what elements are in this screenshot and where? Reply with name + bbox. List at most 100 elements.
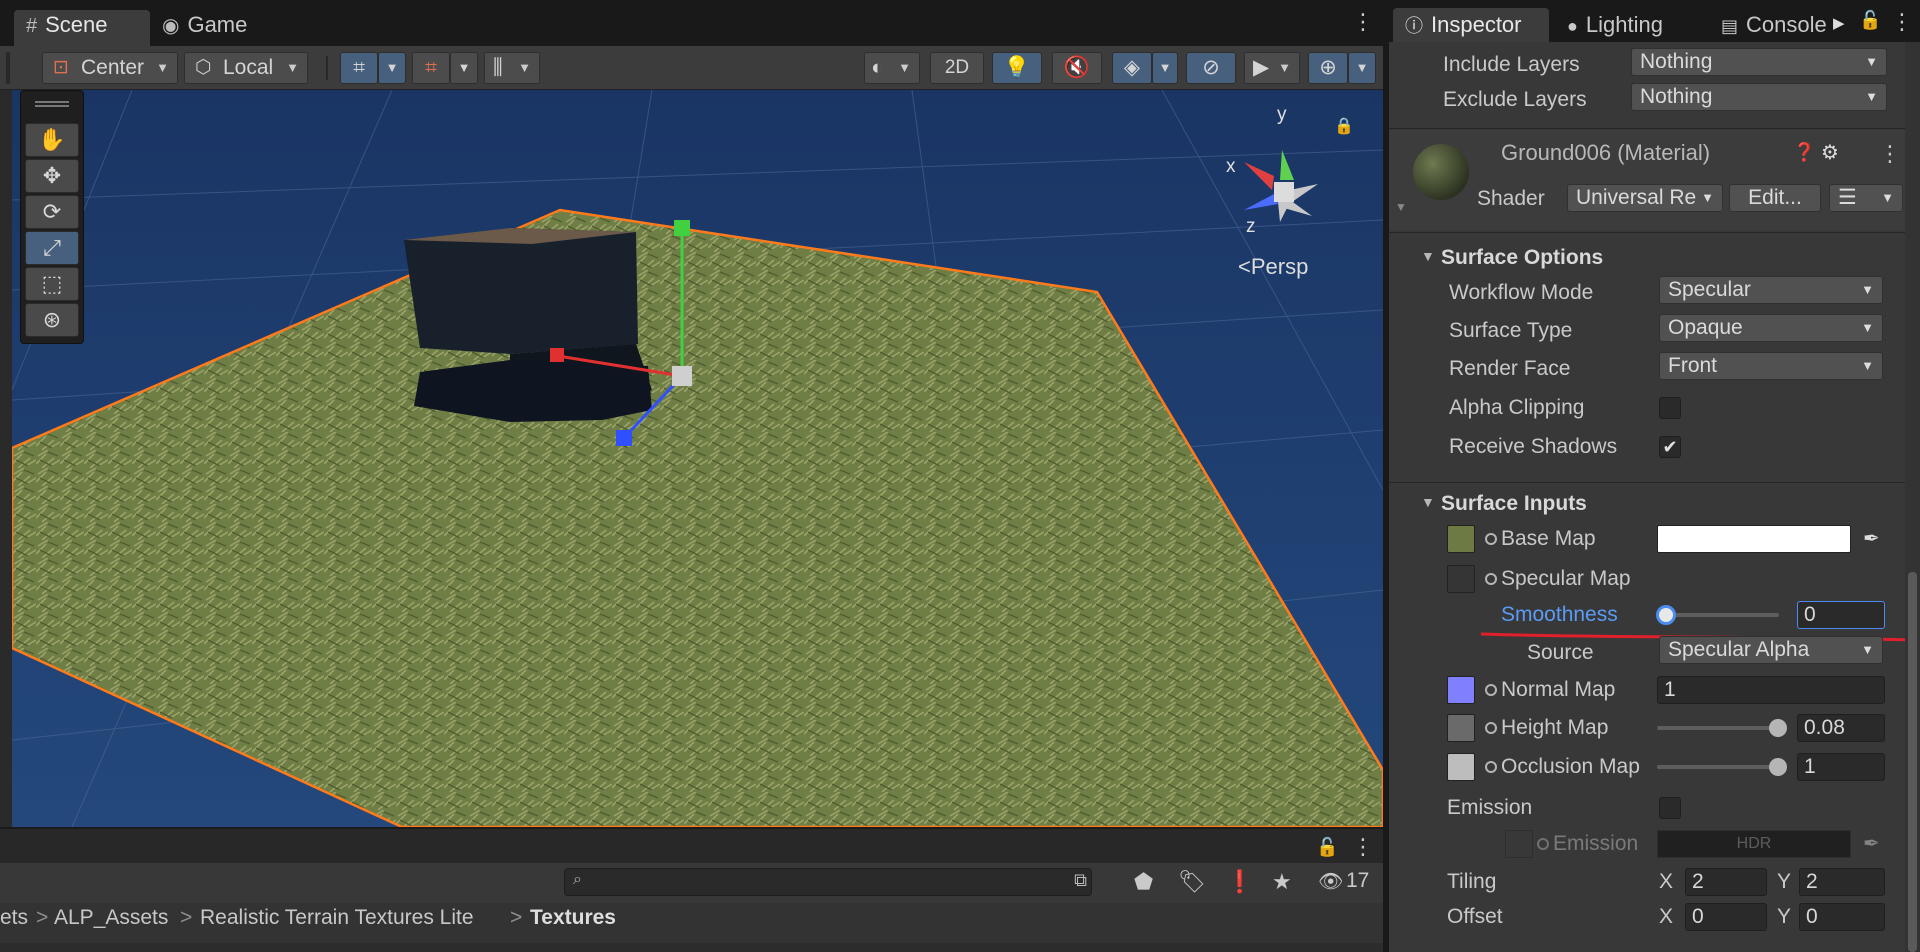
grid-snap-toggle[interactable]: ⌗: [340, 52, 378, 84]
height-slider-knob[interactable]: [1769, 719, 1787, 737]
rect-tool[interactable]: ⬚: [25, 267, 79, 301]
object-picker-icon[interactable]: [1485, 761, 1497, 773]
scene-lighting-toggle[interactable]: 💡: [992, 52, 1042, 84]
object-picker-icon[interactable]: [1485, 722, 1497, 734]
tiling-x-field[interactable]: 2: [1685, 868, 1767, 896]
tiling-y-field[interactable]: 2: [1799, 868, 1885, 896]
increment-snap-toggle[interactable]: ⌗: [412, 52, 450, 84]
tool-strip-grip[interactable]: [35, 101, 69, 107]
transform-tool[interactable]: ⊛: [25, 303, 79, 337]
occlusion-slider-knob[interactable]: [1769, 758, 1787, 776]
tab-scroll-right-icon[interactable]: ▶: [1833, 14, 1845, 32]
2d-mode-toggle[interactable]: 2D: [930, 52, 984, 84]
warning-filter-icon[interactable]: ❗: [1226, 869, 1253, 895]
smoothness-slider-track[interactable]: [1659, 613, 1779, 617]
receive-shadows-checkbox[interactable]: ✔: [1659, 436, 1681, 458]
height-map-texture-slot[interactable]: [1447, 714, 1475, 742]
scene-effects-dropdown[interactable]: ▼: [1152, 52, 1178, 84]
gizmo-z-handle[interactable]: [616, 430, 632, 446]
exclude-layers-dropdown[interactable]: Nothing ▼: [1631, 83, 1887, 111]
project-lock-icon[interactable]: 🔓: [1316, 837, 1338, 858]
increment-snap-dropdown[interactable]: ▼: [450, 52, 478, 84]
move-tool[interactable]: ✥: [25, 159, 79, 193]
occlusion-slider-track[interactable]: [1657, 765, 1777, 769]
inspector-scrollbar-thumb[interactable]: [1908, 572, 1917, 952]
cube-object[interactable]: [404, 228, 638, 354]
normal-map-texture-slot[interactable]: [1447, 676, 1475, 704]
material-foldout-icon[interactable]: ▼: [1395, 200, 1407, 214]
viewport-lock-icon[interactable]: 🔒: [1334, 116, 1354, 136]
breadcrumb-item[interactable]: Realistic Terrain Textures Lite: [200, 903, 474, 933]
surface-inputs-header[interactable]: ▼ Surface Inputs: [1389, 486, 1920, 522]
base-map-color-swatch[interactable]: [1657, 525, 1851, 553]
inspector-scrollbar[interactable]: [1905, 42, 1920, 952]
help-icon[interactable]: ❓: [1793, 142, 1815, 163]
offset-x-field[interactable]: 0: [1685, 903, 1767, 931]
include-layers-dropdown[interactable]: Nothing ▼: [1631, 48, 1887, 76]
occlusion-value-field[interactable]: 1: [1797, 753, 1885, 781]
grid-snap-dropdown[interactable]: ▼: [378, 52, 406, 84]
rotate-tool[interactable]: ⟳: [25, 195, 79, 229]
tab-game[interactable]: ◉ Game: [150, 10, 280, 46]
presets-sliders-icon[interactable]: ⚙: [1821, 140, 1839, 165]
tab-console[interactable]: ▤ Console: [1721, 8, 1827, 42]
draw-mode-dropdown[interactable]: ◐ ▼: [864, 52, 920, 84]
object-picker-icon[interactable]: [1485, 573, 1497, 585]
projection-toggle[interactable]: <Persp: [1238, 254, 1308, 280]
hand-tool[interactable]: ✋: [25, 123, 79, 157]
project-search: ⌕ ⧉: [564, 868, 1092, 896]
gizmo-y-handle[interactable]: [674, 220, 690, 236]
pivot-rotation-dropdown[interactable]: ⬡ Local ▼: [184, 52, 308, 84]
project-search-input[interactable]: [593, 871, 1053, 893]
scene-visibility-toggle[interactable]: ⊘: [1186, 52, 1236, 84]
eyedropper-icon[interactable]: ✒: [1863, 526, 1880, 551]
height-value-field[interactable]: 0.08: [1797, 714, 1885, 742]
emission-checkbox[interactable]: [1659, 797, 1681, 819]
smoothness-slider-knob[interactable]: [1656, 605, 1676, 625]
workflow-mode-dropdown[interactable]: Specular ▼: [1659, 276, 1883, 304]
tab-lighting[interactable]: ● Lighting: [1567, 8, 1663, 42]
breadcrumb-current[interactable]: Textures: [530, 903, 616, 933]
grid-visibility-dropdown[interactable]: ⫼ ▼: [484, 52, 540, 84]
search-by-type-icon[interactable]: ⧉: [1074, 870, 1087, 891]
scene-audio-toggle[interactable]: 🔇: [1052, 52, 1102, 84]
breadcrumb-item[interactable]: ets: [0, 903, 28, 933]
project-menu-icon[interactable]: ⋮: [1352, 836, 1374, 858]
offset-y-field[interactable]: 0: [1799, 903, 1885, 931]
pivot-mode-dropdown[interactable]: ⊡ Center ▼: [42, 52, 178, 84]
favorites-star-icon[interactable]: ★: [1272, 869, 1292, 895]
scene-panel-menu-icon[interactable]: ⋮: [1352, 11, 1374, 33]
edit-shader-button[interactable]: Edit...: [1729, 184, 1821, 212]
scene-viewport[interactable]: y x z: [12, 90, 1383, 827]
scale-tool[interactable]: ⤢: [25, 231, 79, 265]
shader-dropdown[interactable]: Universal Re ▼: [1567, 184, 1723, 212]
shader-options-dropdown[interactable]: ☰ ▼: [1829, 184, 1903, 212]
source-dropdown[interactable]: Specular Alpha ▼: [1659, 636, 1883, 664]
filter-by-type-icon[interactable]: ⬟: [1134, 869, 1153, 895]
normal-scale-field[interactable]: 1: [1657, 676, 1885, 704]
tab-inspector[interactable]: ⓘ Inspector: [1393, 8, 1549, 42]
gizmo-center-handle[interactable]: [672, 366, 692, 386]
occlusion-map-texture-slot[interactable]: [1447, 753, 1475, 781]
gizmos-toggle[interactable]: ⊕: [1308, 52, 1348, 84]
specular-map-texture-slot[interactable]: [1447, 565, 1475, 593]
tab-scene[interactable]: # Scene: [14, 10, 150, 46]
object-picker-icon[interactable]: [1485, 684, 1497, 696]
surface-type-dropdown[interactable]: Opaque ▼: [1659, 314, 1883, 342]
render-face-dropdown[interactable]: Front ▼: [1659, 352, 1883, 380]
alpha-clipping-checkbox[interactable]: [1659, 397, 1681, 419]
base-map-texture-slot[interactable]: [1447, 525, 1475, 553]
inspector-menu-icon[interactable]: ⋮: [1891, 11, 1913, 33]
gizmo-x-handle[interactable]: [550, 348, 564, 362]
gizmos-dropdown[interactable]: ▼: [1348, 52, 1376, 84]
scene-effects-toggle[interactable]: ◈: [1112, 52, 1152, 84]
camera-settings-dropdown[interactable]: ▶ ▼: [1244, 52, 1300, 84]
material-menu-icon[interactable]: ⋮: [1879, 143, 1901, 165]
inspector-lock-icon[interactable]: 🔓: [1859, 10, 1881, 31]
height-slider-track[interactable]: [1657, 726, 1777, 730]
object-picker-icon[interactable]: [1485, 533, 1497, 545]
filter-by-label-icon[interactable]: 🏷: [1178, 869, 1206, 895]
surface-options-header[interactable]: ▼ Surface Options: [1389, 240, 1920, 276]
breadcrumb-item[interactable]: ALP_Assets: [54, 903, 168, 933]
hidden-packages-eye-icon[interactable]: 👁: [1318, 869, 1343, 894]
